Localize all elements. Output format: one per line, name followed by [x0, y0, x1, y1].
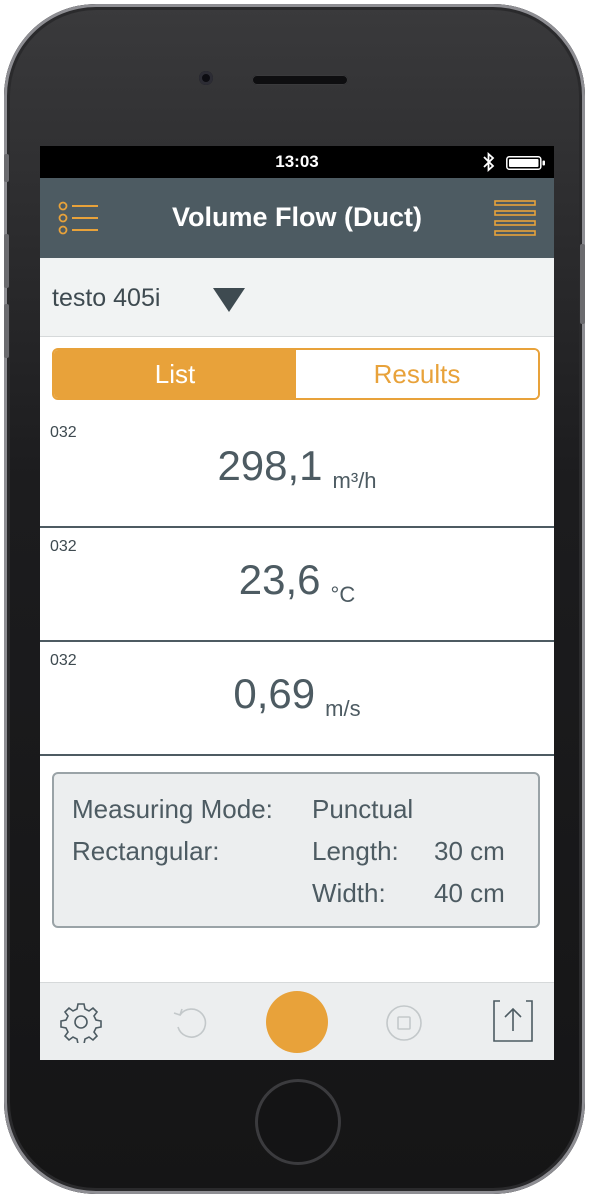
power-button — [580, 244, 585, 324]
length-label: Length: — [312, 836, 399, 866]
reading-row: 032 298,1 m³/h — [40, 414, 554, 528]
reading-display: 0,69 m/s — [40, 670, 554, 721]
reading-unit: °C — [330, 582, 356, 607]
navigation-bar: Volume Flow (Duct) — [40, 178, 554, 258]
measurement-list-icon[interactable] — [58, 200, 100, 236]
volume-up-button — [4, 234, 9, 288]
probe-id: 032 — [50, 652, 77, 669]
app-screen: 13:03 Volume Flow (Duct) testo 405i List… — [40, 146, 554, 1060]
gear-icon[interactable] — [60, 1001, 102, 1043]
reading-unit: m³/h — [332, 468, 377, 493]
reading-value: 0,69 — [233, 670, 316, 717]
dropdown-triangle-icon[interactable] — [212, 286, 246, 314]
tab-list[interactable]: List — [54, 350, 296, 398]
front-camera — [199, 71, 213, 85]
tab-results[interactable]: Results — [296, 350, 538, 398]
undo-icon[interactable] — [170, 1003, 210, 1043]
bluetooth-icon — [483, 152, 495, 172]
reading-value: 23,6 — [238, 556, 321, 603]
width-value: 40 cm — [434, 878, 505, 908]
measuring-mode-value: Punctual — [312, 794, 414, 824]
status-time: 13:03 — [275, 152, 319, 171]
bottom-toolbar — [40, 982, 554, 1060]
device-name: testo 405i — [52, 284, 161, 312]
reading-row: 032 0,69 m/s — [40, 642, 554, 756]
status-bar: 13:03 — [40, 146, 554, 178]
reading-display: 23,6 °C — [40, 556, 554, 607]
probe-id: 032 — [50, 538, 77, 555]
home-button[interactable] — [255, 1079, 341, 1165]
reading-row: 032 23,6 °C — [40, 528, 554, 642]
device-selector[interactable]: testo 405i — [40, 258, 554, 337]
probe-id: 032 — [50, 424, 77, 441]
shape-label: Rectangular: — [72, 836, 220, 866]
page-title: Volume Flow (Duct) — [172, 202, 422, 232]
earpiece-speaker — [252, 75, 348, 85]
mute-switch — [4, 154, 9, 182]
reading-unit: m/s — [325, 696, 361, 721]
record-button[interactable] — [266, 991, 328, 1053]
share-icon[interactable] — [492, 999, 534, 1043]
reading-display: 298,1 m³/h — [40, 442, 554, 493]
width-label: Width: — [312, 878, 386, 908]
battery-icon — [506, 156, 545, 170]
volume-down-button — [4, 304, 9, 358]
length-value: 30 cm — [434, 836, 505, 866]
view-switch: List Results — [52, 348, 540, 400]
reading-value: 298,1 — [217, 442, 323, 489]
measurement-settings-panel: Measuring Mode: Punctual Rectangular: Le… — [52, 772, 540, 928]
measuring-mode-label: Measuring Mode: — [72, 794, 273, 824]
hamburger-menu-icon[interactable] — [494, 200, 536, 236]
stop-icon[interactable] — [384, 1003, 424, 1043]
